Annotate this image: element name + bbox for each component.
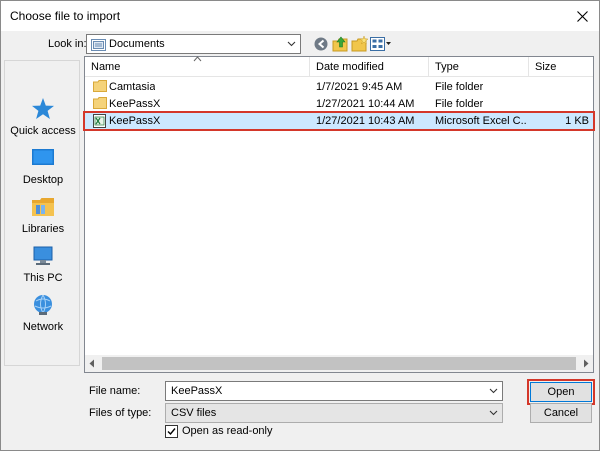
dialog-title: Choose file to import <box>10 9 121 23</box>
file-dialog: Choose file to import Look in: Documents <box>0 0 600 451</box>
desktop-icon <box>32 149 54 165</box>
filename-input[interactable]: KeePassX <box>165 381 503 401</box>
dialog-body: Look in: Documents Quick access Desktop … <box>1 31 599 450</box>
place-desktop[interactable]: Desktop <box>5 146 81 194</box>
filename-label: File name: <box>89 385 141 397</box>
file-type: Microsoft Excel C... <box>435 115 527 127</box>
view-menu-icon[interactable] <box>370 36 392 52</box>
folder-icon <box>93 80 107 92</box>
column-name[interactable]: Name <box>85 56 310 77</box>
lookin-dropdown[interactable]: Documents <box>86 34 301 54</box>
close-button[interactable] <box>565 1 599 31</box>
checkmark-icon <box>167 428 176 436</box>
column-type[interactable]: Type <box>429 57 529 77</box>
horizontal-scrollbar[interactable] <box>85 355 593 372</box>
place-network[interactable]: Network <box>5 293 81 341</box>
filename-value: KeePassX <box>171 385 223 397</box>
file-row[interactable]: Camtasia 1/7/2021 9:45 AM File folder <box>85 79 593 95</box>
readonly-checkbox[interactable] <box>165 425 178 438</box>
chevron-down-icon <box>287 41 296 47</box>
file-list[interactable]: Name Date modified Type Size Camtasia 1/… <box>83 56 595 373</box>
file-name: KeePassX <box>109 98 161 110</box>
scrollbar-thumb[interactable] <box>102 357 576 370</box>
filetype-dropdown[interactable]: CSV files <box>165 403 503 423</box>
readonly-label: Open as read-only <box>182 425 273 437</box>
column-name-label: Name <box>91 61 121 73</box>
chevron-down-icon[interactable] <box>489 386 498 395</box>
place-this-pc[interactable]: This PC <box>5 244 81 292</box>
file-row-selected[interactable]: KeePassX 1/27/2021 10:43 AM Microsoft Ex… <box>83 111 595 131</box>
file-type: File folder <box>435 98 484 110</box>
file-size: 1 KB <box>565 115 589 127</box>
up-folder-icon[interactable] <box>332 36 350 52</box>
column-header: Name Date modified Type Size <box>85 56 593 77</box>
filetype-label: Files of type: <box>89 407 152 419</box>
place-label: Quick access <box>10 125 76 137</box>
place-label: This PC <box>23 272 63 284</box>
star-icon <box>32 98 54 119</box>
documents-folder-icon <box>91 39 106 51</box>
places-bar: Quick access Desktop Libraries This PC N… <box>4 60 80 366</box>
file-date: 1/27/2021 10:43 AM <box>316 115 415 127</box>
new-folder-icon[interactable] <box>351 36 369 52</box>
lookin-label: Look in: <box>48 38 87 50</box>
file-name: Camtasia <box>109 81 156 93</box>
lookin-value: Documents <box>109 38 165 50</box>
filetype-value: CSV files <box>171 407 217 419</box>
file-row[interactable]: KeePassX 1/27/2021 10:44 AM File folder <box>85 96 593 112</box>
title-bar: Choose file to import <box>1 1 599 31</box>
file-date: 1/27/2021 10:44 AM <box>316 98 415 110</box>
place-libraries[interactable]: Libraries <box>5 195 81 243</box>
scroll-left-icon[interactable] <box>88 359 96 368</box>
chevron-down-icon <box>489 410 498 416</box>
close-icon <box>576 10 588 22</box>
place-label: Libraries <box>21 223 65 235</box>
computer-icon <box>33 246 53 265</box>
file-name: KeePassX <box>109 115 161 127</box>
file-type: File folder <box>435 81 484 93</box>
folder-icon <box>93 97 107 109</box>
place-label: Desktop <box>22 174 64 186</box>
scroll-right-icon[interactable] <box>582 359 590 368</box>
sort-ascending-icon <box>193 56 202 62</box>
excel-csv-icon <box>93 114 106 128</box>
column-size[interactable]: Size <box>529 57 593 77</box>
file-date: 1/7/2021 9:45 AM <box>316 81 403 93</box>
cancel-button[interactable]: Cancel <box>530 403 592 423</box>
column-date[interactable]: Date modified <box>310 57 429 77</box>
place-quick-access[interactable]: Quick access <box>5 97 81 145</box>
libraries-icon <box>32 198 54 216</box>
network-icon <box>34 294 52 315</box>
back-icon[interactable] <box>313 36 331 52</box>
open-button[interactable]: Open <box>527 379 595 405</box>
place-label: Network <box>22 321 64 333</box>
